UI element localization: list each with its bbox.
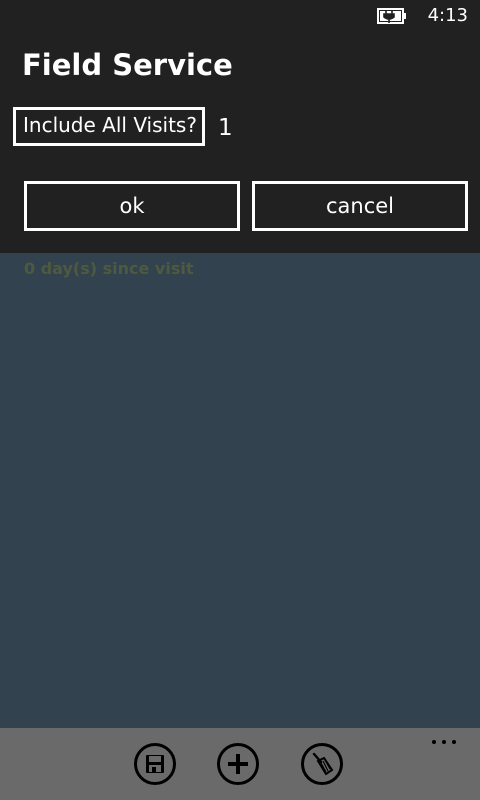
clock: 4:13 [427, 5, 468, 26]
add-button[interactable] [217, 743, 259, 785]
include-all-visits-toggle[interactable]: Include All Visits? [13, 107, 205, 146]
ok-button[interactable]: ok [24, 181, 240, 231]
cancel-button[interactable]: cancel [252, 181, 468, 231]
status-bar: 4:13 [0, 0, 480, 32]
ellipsis-icon [432, 740, 436, 744]
battery-charging-icon [377, 8, 406, 24]
save-icon [146, 755, 164, 773]
add-icon [228, 754, 248, 774]
clear-button[interactable] [301, 743, 343, 785]
ellipsis-icon [442, 740, 446, 744]
app-bar [0, 728, 480, 800]
save-button[interactable] [134, 743, 176, 785]
more-options-button[interactable] [432, 738, 456, 746]
include-all-visits-value: 1 [218, 115, 233, 141]
broom-icon [312, 752, 334, 776]
dialog: Field Service Include All Visits? 1 ok c… [0, 32, 480, 253]
ellipsis-icon [452, 740, 456, 744]
include-all-visits-label: Include All Visits? [23, 113, 197, 137]
phone-screen: 4:13 Field Service Include All Visits? 1… [0, 0, 480, 800]
dialog-title: Field Service [22, 48, 233, 82]
days-since-visit-text: 0 day(s) since visit [24, 259, 194, 278]
